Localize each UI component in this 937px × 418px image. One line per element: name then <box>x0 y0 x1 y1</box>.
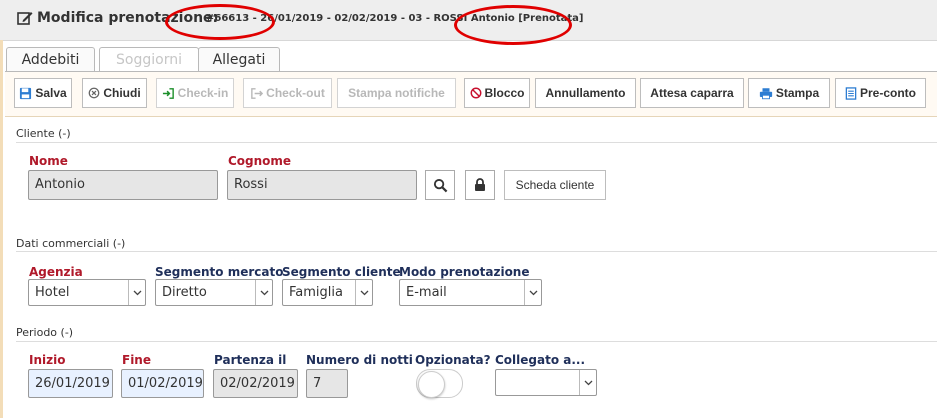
market-segment-select[interactable]: Diretto <box>155 279 273 306</box>
client-divider <box>16 142 937 143</box>
save-button[interactable]: Salva <box>14 78 72 108</box>
checkout-button: Check-out <box>243 78 332 108</box>
client-card-button[interactable]: Scheda cliente <box>504 170 606 200</box>
left-accent <box>0 40 3 418</box>
client-segment-label: Segmento cliente <box>282 265 401 279</box>
optioned-toggle[interactable] <box>416 369 463 398</box>
search-client-button[interactable] <box>425 170 455 200</box>
sign-in-icon <box>162 87 174 99</box>
client-section-title[interactable]: Cliente (-) <box>16 127 71 140</box>
linked-label: Collegato a... <box>495 353 586 367</box>
optioned-label: Opzionata? <box>415 353 491 367</box>
linked-select[interactable] <box>495 369 597 396</box>
commercial-divider <box>16 251 937 252</box>
print-notices-button: Stampa notifiche <box>337 78 456 108</box>
search-icon <box>433 178 447 192</box>
start-date-field[interactable]: 26/01/2019 <box>28 369 113 398</box>
list-document-icon <box>845 86 857 100</box>
chevron-down-icon <box>128 280 145 305</box>
booking-mode-label: Modo prenotazione <box>399 265 530 279</box>
departure-label: Partenza il <box>214 353 287 367</box>
cancel-reservation-button[interactable]: Annullamento <box>535 78 636 108</box>
checkin-button: Check-in <box>156 78 234 108</box>
toggle-knob <box>418 371 445 398</box>
commercial-section-title[interactable]: Dati commerciali (-) <box>16 237 125 250</box>
annotation-ellipse-id <box>165 4 275 40</box>
end-date-field[interactable]: 01/02/2019 <box>121 369 204 398</box>
close-button[interactable]: Chiudi <box>82 78 147 108</box>
sign-out-icon <box>251 87 264 99</box>
agency-label: Agenzia <box>29 265 83 279</box>
print-button[interactable]: Stampa <box>748 78 830 108</box>
start-date-label: Inizio <box>29 353 66 367</box>
wait-deposit-button[interactable]: Attesa caparra <box>640 78 744 108</box>
name-field[interactable]: Antonio <box>28 170 218 200</box>
pre-account-button[interactable]: Pre-conto <box>835 78 926 108</box>
booking-mode-select[interactable]: E-mail <box>399 279 542 306</box>
surname-label: Cognome <box>228 154 292 168</box>
tab-soggiorni: Soggiorni <box>99 47 199 71</box>
annotation-ellipse-name <box>454 5 572 45</box>
lock-icon <box>475 178 485 191</box>
name-label: Nome <box>29 154 68 168</box>
printer-icon <box>759 87 772 99</box>
block-button[interactable]: Blocco <box>464 78 530 108</box>
tab-addebiti[interactable]: Addebiti <box>6 47 95 71</box>
ban-icon <box>470 87 481 99</box>
nights-field[interactable]: 7 <box>306 369 348 398</box>
surname-field[interactable]: Rossi <box>227 170 417 200</box>
client-segment-select[interactable]: Famiglia <box>282 279 373 306</box>
period-divider <box>16 341 937 342</box>
market-segment-label: Segmento mercato <box>155 265 284 279</box>
end-date-label: Fine <box>122 353 151 367</box>
period-section-title[interactable]: Periodo (-) <box>16 326 73 339</box>
nights-label: Numero di notti <box>306 353 413 367</box>
tab-allegati[interactable]: Allegati <box>198 47 280 71</box>
chevron-down-icon <box>355 280 372 305</box>
chevron-down-icon <box>579 370 596 395</box>
chevron-down-icon <box>524 280 541 305</box>
floppy-icon <box>20 87 32 99</box>
departure-field[interactable]: 02/02/2019 <box>213 369 298 398</box>
lock-button[interactable] <box>465 170 495 200</box>
close-circle-icon <box>88 87 100 99</box>
edit-icon <box>17 12 33 25</box>
chevron-down-icon <box>255 280 272 305</box>
agency-select[interactable]: Hotel <box>28 279 146 306</box>
